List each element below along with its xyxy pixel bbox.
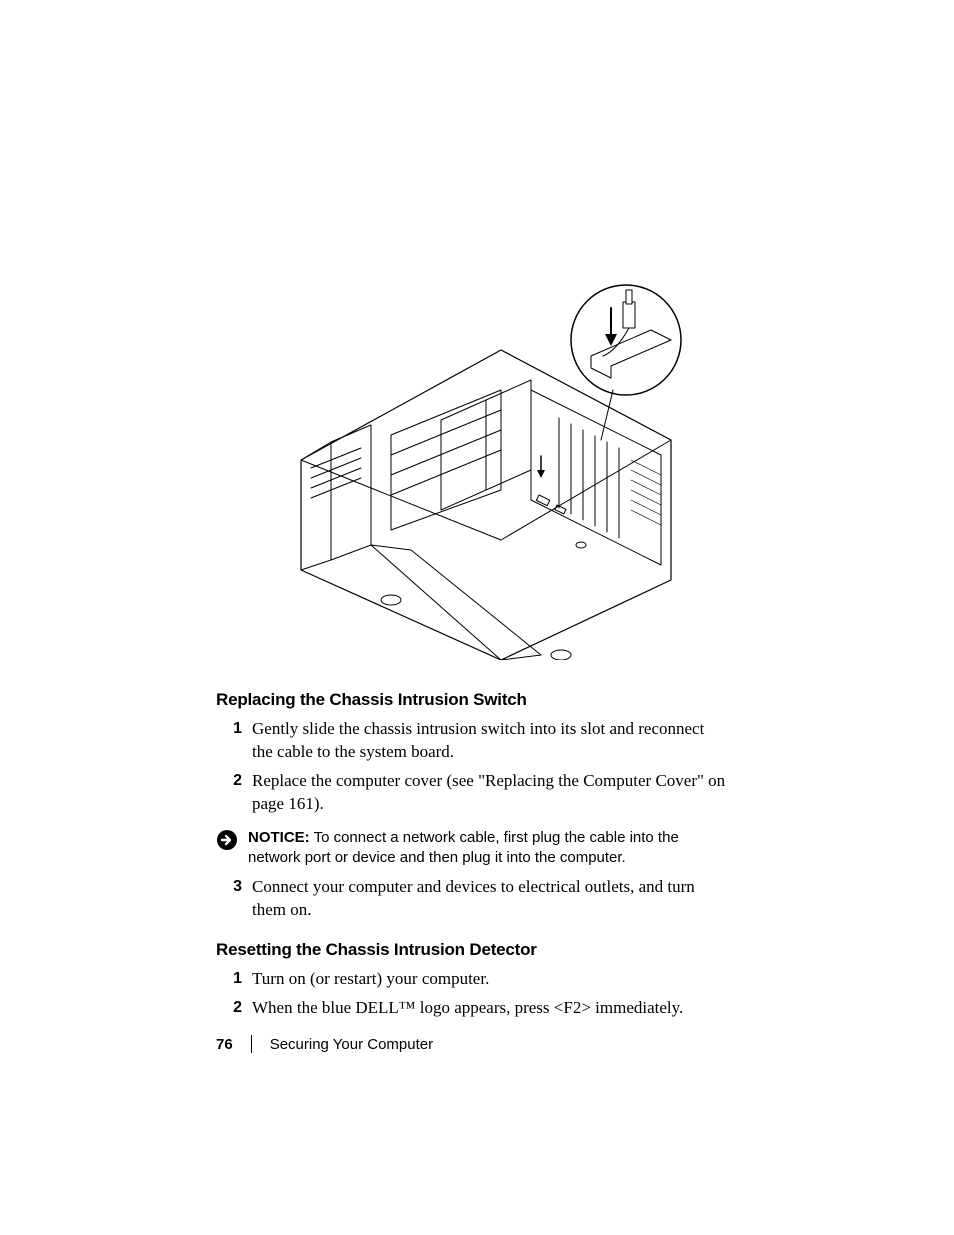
step-item: 1 Gently slide the chassis intrusion swi…	[216, 718, 726, 764]
page-footer: 76 Securing Your Computer	[216, 1035, 433, 1053]
step-text: When the blue DELL™ logo appears, press …	[252, 997, 726, 1020]
content-column: Replacing the Chassis Intrusion Switch 1…	[216, 260, 726, 1032]
footer-divider	[251, 1035, 252, 1053]
footer-section-title: Securing Your Computer	[270, 1036, 433, 1053]
heading-resetting: Resetting the Chassis Intrusion Detector	[216, 940, 726, 960]
steps-replacing-cont: 3 Connect your computer and devices to e…	[216, 876, 726, 922]
step-text: Replace the computer cover (see "Replaci…	[252, 770, 726, 816]
notice-block: NOTICE: To connect a network cable, firs…	[216, 828, 726, 869]
step-text: Turn on (or restart) your computer.	[252, 968, 726, 991]
step-number: 3	[216, 876, 252, 898]
step-item: 1 Turn on (or restart) your computer.	[216, 968, 726, 991]
step-item: 3 Connect your computer and devices to e…	[216, 876, 726, 922]
step-item: 2 Replace the computer cover (see "Repla…	[216, 770, 726, 816]
step-number: 2	[216, 997, 252, 1019]
step-number: 1	[216, 718, 252, 740]
step-text: Gently slide the chassis intrusion switc…	[252, 718, 726, 764]
notice-text: To connect a network cable, first plug t…	[248, 829, 679, 866]
steps-resetting: 1 Turn on (or restart) your computer. 2 …	[216, 968, 726, 1020]
page-number: 76	[216, 1036, 233, 1053]
step-number: 2	[216, 770, 252, 792]
notice-arrow-icon	[216, 829, 238, 851]
heading-replacing: Replacing the Chassis Intrusion Switch	[216, 690, 726, 710]
step-item: 2 When the blue DELL™ logo appears, pres…	[216, 997, 726, 1020]
chassis-illustration	[241, 260, 701, 660]
step-number: 1	[216, 968, 252, 990]
step-text: Connect your computer and devices to ele…	[252, 876, 726, 922]
steps-replacing: 1 Gently slide the chassis intrusion swi…	[216, 718, 726, 816]
notice-body: NOTICE: To connect a network cable, firs…	[244, 828, 726, 869]
page: Replacing the Chassis Intrusion Switch 1…	[0, 0, 954, 1235]
notice-label: NOTICE:	[248, 829, 310, 846]
